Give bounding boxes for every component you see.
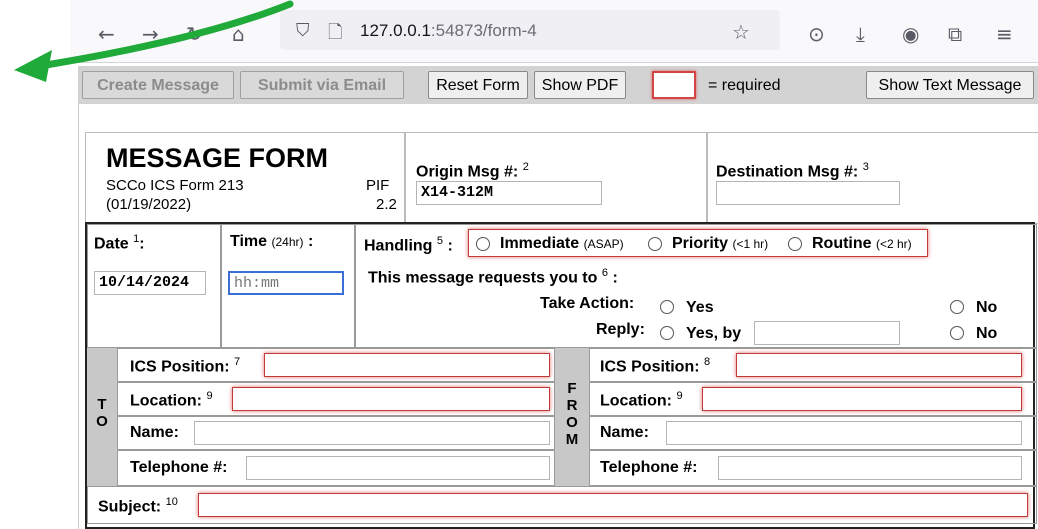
from-telephone-input[interactable] [718, 456, 1022, 480]
required-legend-text: = required [708, 77, 781, 94]
reply-yes-by-label: Yes, by [686, 325, 742, 342]
origin-msg-cell: Origin Msg #: 2 X14-312M [405, 132, 707, 224]
from-letter: M [565, 431, 579, 448]
subject-row: Subject: 10 [87, 486, 1037, 524]
star-icon[interactable]: ☆ [732, 20, 750, 44]
from-name-input[interactable] [666, 421, 1022, 445]
to-name-label: Name: [130, 424, 179, 441]
submit-email-button[interactable]: Submit via Email [240, 71, 404, 99]
reply-no-radio[interactable] [950, 326, 964, 340]
message-form: MESSAGE FORM SCCo ICS Form 213 (01/19/20… [78, 104, 1038, 529]
pif-label: PIF [366, 177, 390, 194]
reply-yes-radio[interactable] [660, 326, 674, 340]
from-location-label: Location: 9 [600, 390, 683, 410]
priority-label: Priority (<1 hr) [672, 235, 769, 252]
destination-msg-cell: Destination Msg #: 3 [707, 132, 1038, 224]
date-input[interactable]: 10/14/2024 [94, 271, 206, 295]
show-pdf-button[interactable]: Show PDF [534, 71, 626, 99]
to-telephone-input[interactable] [246, 456, 550, 480]
reply-by-input[interactable] [754, 321, 900, 345]
subject-label: Subject: 10 [98, 496, 178, 516]
url-text[interactable]: 127.0.0.1:54873/form-4 [360, 21, 537, 41]
origin-msg-label: Origin Msg #: 2 [416, 161, 529, 181]
form-revision-date: (01/19/2022) [106, 196, 192, 213]
take-action-no-radio[interactable] [950, 300, 964, 314]
extensions-icon[interactable]: ⧉ [948, 22, 962, 46]
to-name-row: Name: [117, 416, 555, 450]
handling-label: Handling 5 : [364, 235, 453, 255]
pocket-icon[interactable]: ⊙ [808, 22, 825, 46]
page-icon: 🗋 [328, 22, 343, 43]
url-bar[interactable]: ⛉ 🗋 127.0.0.1:54873/form-4 ☆ [280, 10, 780, 50]
from-location-row: Location: 9 [589, 382, 1037, 416]
to-letter: T [97, 396, 107, 413]
immediate-label: Immediate (ASAP) [500, 235, 624, 252]
take-action-yes-radio[interactable] [660, 300, 674, 314]
create-message-button[interactable]: Create Message [82, 71, 234, 99]
from-telephone-row: Telephone #: [589, 450, 1037, 486]
priority-radio[interactable] [648, 237, 662, 251]
pif-value: 2.2 [376, 196, 397, 213]
to-location-input[interactable] [232, 387, 550, 411]
requests-label: This message requests you to 6 : [368, 267, 618, 287]
required-legend-swatch [652, 71, 696, 99]
show-text-message-button[interactable]: Show Text Message [866, 71, 1034, 99]
account-icon[interactable]: ◉ [902, 22, 919, 46]
to-telephone-row: Telephone #: [117, 450, 555, 486]
to-ics-row: ICS Position: 7 [117, 348, 555, 382]
to-telephone-label: Telephone #: [130, 459, 228, 476]
to-letter: O [96, 413, 108, 430]
destination-msg-input[interactable] [716, 181, 900, 205]
form-title: MESSAGE FORM [106, 143, 329, 173]
take-action-no-label: No [976, 299, 998, 316]
from-letter: O [566, 414, 578, 431]
date-label: Date 1: [94, 233, 145, 253]
form-title-cell: MESSAGE FORM SCCo ICS Form 213 (01/19/20… [85, 132, 405, 224]
from-location-input[interactable] [702, 387, 1022, 411]
date-cell: Date 1: 10/14/2024 [87, 224, 221, 348]
immediate-radio[interactable] [476, 237, 490, 251]
from-ics-input[interactable] [736, 353, 1022, 377]
time-input[interactable]: hh:mm [228, 271, 344, 295]
take-action-label: Take Action: [540, 295, 635, 312]
to-ics-input[interactable] [264, 353, 550, 377]
routine-radio[interactable] [788, 237, 802, 251]
to-side-bar: T O [87, 348, 117, 486]
destination-msg-label: Destination Msg #: 3 [716, 161, 869, 181]
to-name-input[interactable] [194, 421, 550, 445]
routine-label: Routine (<2 hr) [812, 235, 912, 252]
form-subtitle: SCCo ICS Form 213 [106, 177, 244, 194]
reply-no-label: No [976, 325, 998, 342]
from-side-bar: F R O M [555, 348, 589, 486]
menu-icon[interactable]: ≡ [996, 22, 1013, 46]
reset-form-button[interactable]: Reset Form [428, 71, 528, 99]
to-ics-label: ICS Position: 7 [130, 356, 241, 376]
from-ics-label: ICS Position: 8 [600, 356, 711, 376]
from-name-label: Name: [600, 424, 649, 441]
take-action-yes-label: Yes [686, 299, 714, 316]
from-telephone-label: Telephone #: [600, 459, 698, 476]
handling-cell: Handling 5 : Immediate (ASAP) Priority (… [355, 224, 1037, 348]
time-cell: Time (24hr) : hh:mm [221, 224, 355, 348]
from-letter: F [567, 380, 577, 397]
from-ics-row: ICS Position: 8 [589, 348, 1037, 382]
download-icon[interactable]: ⤓ [856, 22, 865, 46]
from-letter: R [566, 397, 578, 414]
reply-label: Reply: [596, 321, 645, 338]
time-label: Time (24hr) : [230, 233, 314, 250]
to-location-row: Location: 9 [117, 382, 555, 416]
origin-msg-input[interactable]: X14-312M [416, 181, 602, 205]
form-toolbar: Create Message Submit via Email Reset Fo… [78, 66, 1038, 104]
to-location-label: Location: 9 [130, 390, 213, 410]
from-name-row: Name: [589, 416, 1037, 450]
subject-input[interactable] [198, 493, 1028, 517]
